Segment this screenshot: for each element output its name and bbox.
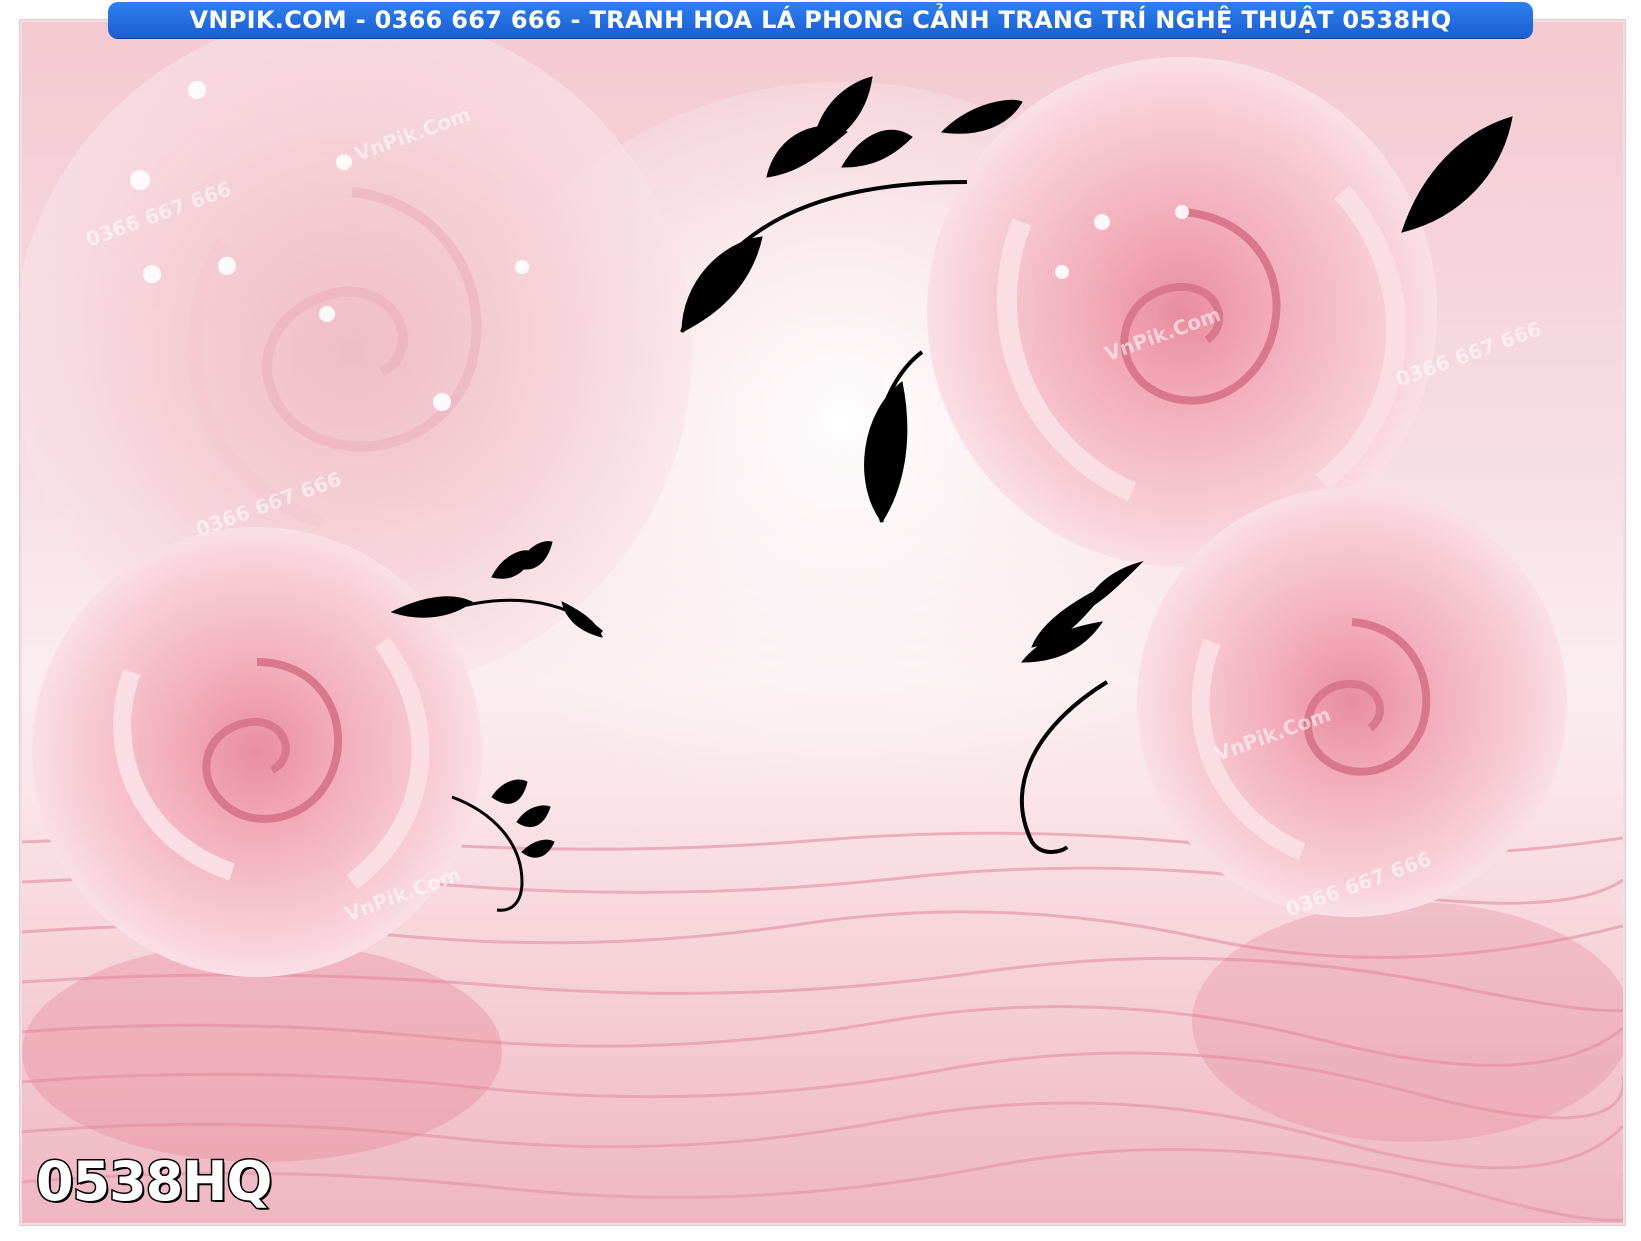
rose-scene-svg	[22, 22, 1623, 1223]
product-code: 0538HQ	[34, 1149, 273, 1215]
rose-middle-right	[1137, 487, 1567, 917]
reflection-right	[1192, 902, 1623, 1142]
rose-bottom-left	[32, 527, 482, 977]
title-banner: VNPIK.COM - 0366 667 666 - TRANH HOA LÁ …	[108, 2, 1533, 38]
banner-text: VNPIK.COM - 0366 667 666 - TRANH HOA LÁ …	[189, 6, 1452, 34]
image-frame: 0366 667 666 VnPik.Com 0366 667 666 VnPi…	[0, 0, 1641, 1241]
rose-artwork: 0366 667 666 VnPik.Com 0366 667 666 VnPi…	[20, 20, 1625, 1225]
